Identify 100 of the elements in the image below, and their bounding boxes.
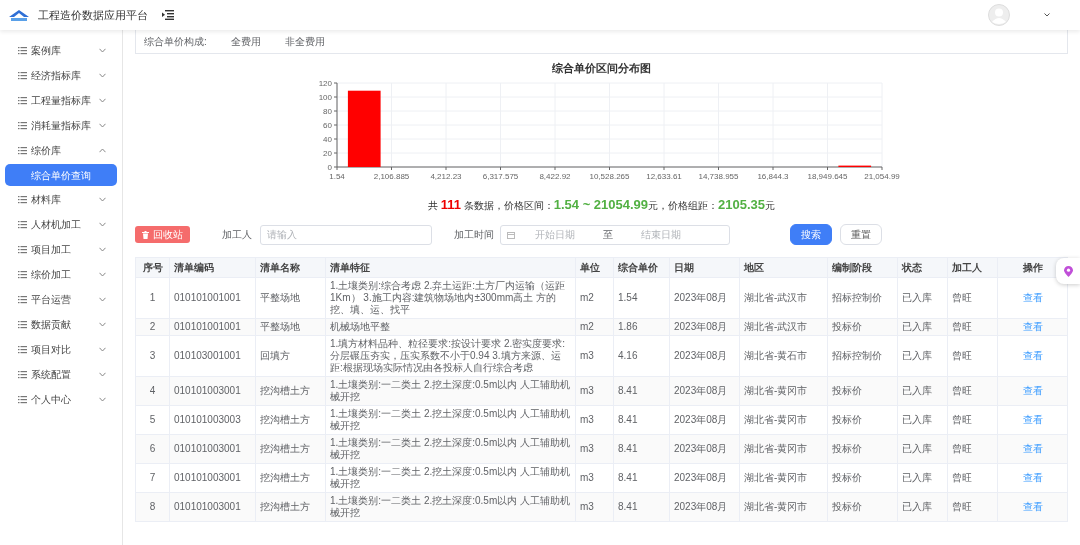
x-tick-label: 4,212.23	[429, 171, 462, 181]
table-cell: 1.土壤类别:一二类土 2.挖土深度:0.5m以内 人工辅助机械开挖	[325, 434, 576, 464]
x-tick-label: 14,738.955	[698, 171, 738, 181]
table-cell: 010101003001	[169, 376, 256, 406]
x-tick-label: 16,844.3	[756, 171, 789, 181]
x-tick-label: 12,633.61	[645, 171, 682, 181]
caret-icon[interactable]	[1044, 13, 1050, 17]
table-cell: 010101003003	[169, 405, 256, 435]
column-header: 日期	[669, 257, 740, 278]
sidebar-item[interactable]: 综价加工	[0, 262, 122, 287]
table-cell: 8	[135, 492, 170, 522]
table-cell: 1	[135, 277, 170, 319]
table-cell: 8.41	[613, 405, 670, 435]
column-header: 单位	[575, 257, 614, 278]
sidebar-item[interactable]: 系统配置	[0, 362, 122, 387]
table-cell: 曾旺	[947, 335, 998, 377]
summary-text: 共 111 条数据，价格区间：1.54 ~ 21054.99元，价格组距：2105.35元	[426, 195, 777, 214]
time-label: 加工时间	[454, 228, 494, 242]
x-tick-label: 21,054.99	[863, 171, 900, 181]
table-cell: m3	[575, 335, 614, 377]
table-cell: 2023年08月	[669, 335, 740, 377]
table-cell: 5	[135, 405, 170, 435]
chart-title: 综合单价区间分布图	[551, 61, 652, 76]
sidebar-item[interactable]: 消耗量指标库	[0, 113, 122, 138]
x-tick-label: 6,317.575	[482, 171, 518, 181]
table-cell: 4	[135, 376, 170, 406]
table-cell: 湖北省-黄冈市	[739, 463, 828, 493]
sidebar-item[interactable]: 人材机加工	[0, 212, 122, 237]
table-cell: 投标价	[827, 376, 898, 406]
table-cell: 投标价	[827, 434, 898, 464]
trash-icon	[142, 230, 149, 239]
logo-icon	[8, 8, 30, 22]
table-cell: 招标控制价	[827, 277, 898, 319]
date-range-field[interactable]: 开始日期 至 结束日期	[500, 224, 730, 245]
table-cell: 6	[135, 434, 170, 464]
column-header: 序号	[135, 257, 170, 278]
table-cell: 2023年08月	[669, 492, 740, 522]
list-icon	[18, 220, 27, 229]
sidebar-item[interactable]: 综价库	[0, 138, 122, 163]
search-button[interactable]: 搜索	[790, 224, 832, 245]
column-header: 综合单价	[613, 257, 670, 278]
table-cell: 曾旺	[947, 405, 998, 435]
menu-fold-icon[interactable]	[162, 10, 174, 20]
map-pin-icon	[1063, 265, 1073, 277]
sidebar-item[interactable]: 工程量指标库	[0, 88, 122, 113]
list-icon	[18, 71, 27, 80]
table-cell: 2023年08月	[669, 376, 740, 406]
sidebar-item[interactable]: 个人中心	[0, 387, 122, 412]
table-cell: 010101003001	[169, 492, 256, 522]
list-icon	[18, 370, 27, 379]
table-cell: 湖北省-武汉市	[739, 277, 828, 319]
table-cell: 挖沟槽土方	[255, 405, 326, 435]
list-icon	[18, 96, 27, 105]
table-cell: 8.41	[613, 463, 670, 493]
x-tick-label: 10,528.265	[589, 171, 629, 181]
sidebar-item[interactable]: 案例库	[0, 38, 122, 63]
table-cell: 3	[135, 335, 170, 377]
table-cell: 湖北省-黄冈市	[739, 376, 828, 406]
table-cell: m3	[575, 463, 614, 493]
column-header: 地区	[739, 257, 828, 278]
filter-label: 综合单价构成:	[144, 35, 207, 49]
table-cell: 湖北省-黄冈市	[739, 405, 828, 435]
sidebar-item[interactable]: 数据贡献	[0, 312, 122, 337]
y-tick-label: 100	[318, 92, 332, 102]
sidebar-item[interactable]: 平台运营	[0, 287, 122, 312]
sidebar-item[interactable]: 项目加工	[0, 237, 122, 262]
table-cell: 8.41	[613, 434, 670, 464]
sidebar-item[interactable]: 材料库	[0, 187, 122, 212]
table-cell: 8.41	[613, 376, 670, 406]
table-cell: 2023年08月	[669, 434, 740, 464]
table-cell: 1.土壤类别:一二类土 2.挖土深度:0.5m以内 人工辅助机械开挖	[325, 463, 576, 493]
table-cell: 湖北省-黄冈市	[739, 492, 828, 522]
table-cell: 010101003001	[169, 463, 256, 493]
x-tick-label: 2,106.885	[373, 171, 409, 181]
table-cell: 1.土壤类别:一二类土 2.挖土深度:0.5m以内 人工辅助机械开挖	[325, 492, 576, 522]
table-cell: 1.54	[613, 277, 670, 319]
filter-option[interactable]: 非全费用	[284, 34, 325, 49]
processor-label: 加工人	[222, 228, 252, 242]
table-cell: 010101003001	[169, 434, 256, 464]
table-cell: 2023年08月	[669, 277, 740, 319]
list-icon	[18, 46, 27, 55]
floating-tab[interactable]	[1056, 258, 1080, 284]
list-icon	[18, 395, 27, 404]
reset-button[interactable]: 重置	[840, 224, 882, 245]
sidebar-subitem[interactable]: 综合单价查询	[5, 164, 117, 186]
table-cell: 已入库	[897, 463, 948, 493]
processor-field[interactable]: 请输入	[260, 224, 432, 245]
table-cell: 8.41	[613, 492, 670, 522]
table-cell: 挖沟槽土方	[255, 434, 326, 464]
table-cell: 1.填方材料品种、粒径要求:按设计要求 2.密实度要求:分层碾压夯实，压实系数不小于0.94 3.填方来源、运距:根据现场实际情况由各投标人自行综合考虑	[325, 335, 576, 377]
table-cell: 回填方	[255, 335, 326, 377]
table-cell: 投标价	[827, 405, 898, 435]
list-icon	[18, 345, 27, 354]
sidebar-item[interactable]: 项目对比	[0, 337, 122, 362]
column-header: 清单编码	[169, 257, 256, 278]
list-icon	[18, 195, 27, 204]
sidebar-item[interactable]: 经济指标库	[0, 63, 122, 88]
table-cell: 湖北省-黄石市	[739, 335, 828, 377]
table-cell: 4.16	[613, 335, 670, 377]
filter-option[interactable]: 全费用	[230, 34, 261, 49]
